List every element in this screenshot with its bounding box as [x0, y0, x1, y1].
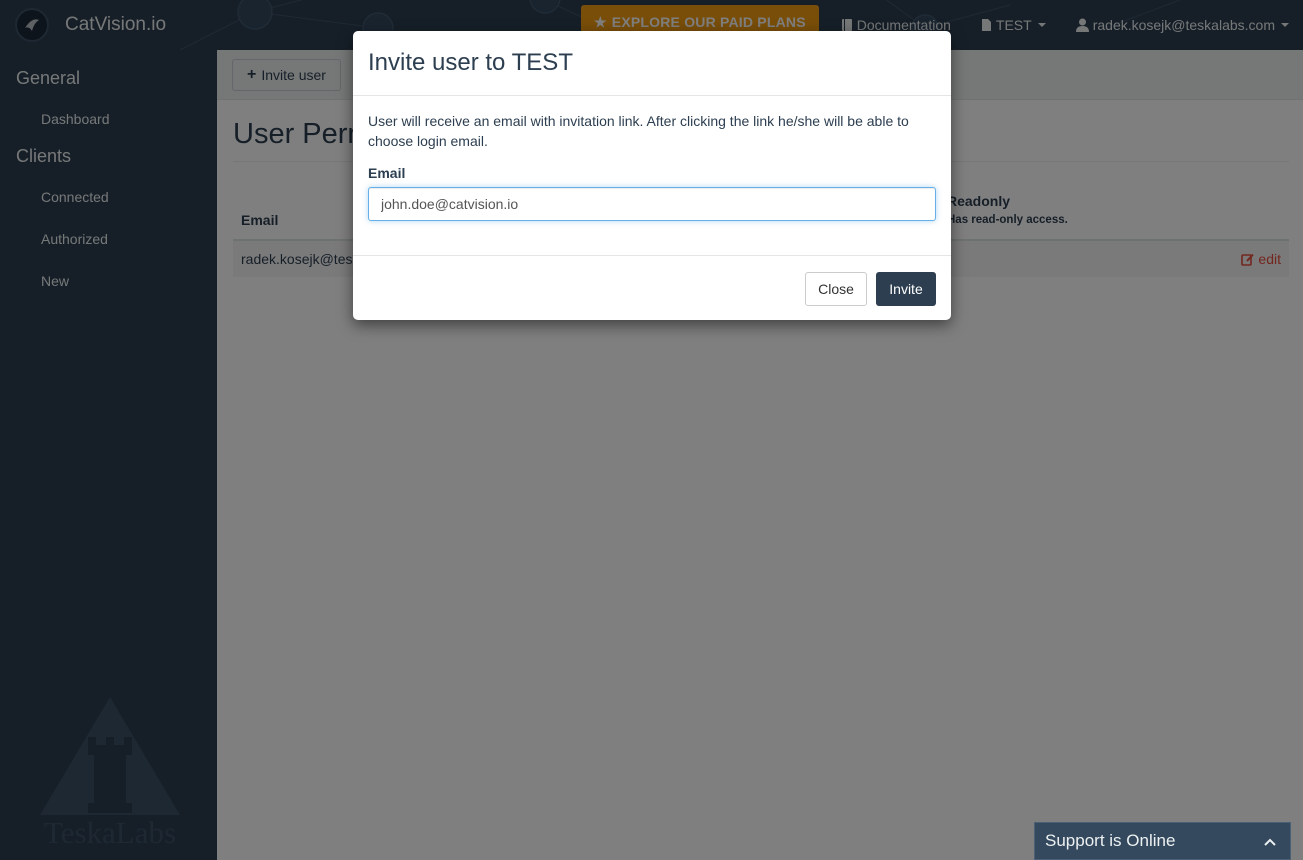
close-button[interactable]: Close — [805, 272, 867, 306]
email-label: Email — [368, 165, 406, 181]
modal-footer: Close Invite — [353, 255, 951, 320]
email-field[interactable] — [368, 187, 936, 221]
modal-header: Invite user to TEST — [353, 31, 951, 96]
modal-body: User will receive an email with invitati… — [353, 96, 951, 236]
support-status-label: Support is Online — [1045, 831, 1176, 850]
modal-description: User will receive an email with invitati… — [368, 113, 909, 149]
modal-title: Invite user to TEST — [368, 49, 573, 76]
invite-user-modal: Invite user to TEST User will receive an… — [353, 31, 951, 320]
chevron-up-icon[interactable] — [1264, 831, 1276, 851]
invite-button[interactable]: Invite — [876, 272, 936, 306]
support-chat-widget[interactable]: Support is Online — [1034, 822, 1291, 860]
